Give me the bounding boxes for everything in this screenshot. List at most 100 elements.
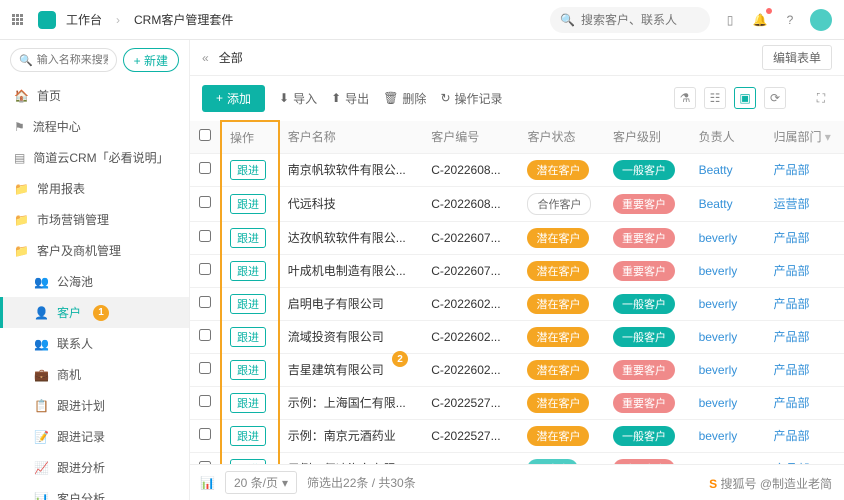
owner-link[interactable]: beverly [699, 297, 738, 311]
column-header[interactable]: 客户级别 [605, 121, 691, 153]
dept-link[interactable]: 产品部 [773, 163, 809, 177]
dept-link[interactable]: 产品部 [773, 297, 809, 311]
customer-name[interactable]: 启明电子有限公司 [279, 287, 423, 320]
breadcrumb-app[interactable]: CRM客户管理套件 [134, 11, 233, 28]
dept-link[interactable]: 产品部 [773, 264, 809, 278]
customer-name[interactable]: 叶成机电制造有限公... [279, 254, 423, 287]
sidebar-sub-item[interactable]: 💼商机 [0, 359, 189, 390]
export-button[interactable]: ⬆导出 [331, 90, 369, 107]
dept-link[interactable]: 产品部 [773, 396, 809, 410]
dept-link[interactable]: 产品部 [773, 363, 809, 377]
edit-form-button[interactable]: 编辑表单 [762, 45, 832, 70]
dept-link[interactable]: 产品部 [773, 429, 809, 443]
apps-icon[interactable] [12, 14, 28, 25]
dept-link[interactable]: 产品部 [773, 231, 809, 245]
sidebar-sub-item[interactable]: 👤客户1 [0, 297, 189, 328]
row-checkbox[interactable] [199, 428, 211, 440]
import-button[interactable]: ⬇导入 [279, 90, 317, 107]
follow-button[interactable]: 跟进 [230, 294, 266, 314]
notification-icon[interactable]: 🔔 [750, 10, 770, 30]
customer-name[interactable]: 代远科技 [279, 186, 423, 221]
row-checkbox[interactable] [199, 263, 211, 275]
column-header[interactable]: 客户编号 [423, 121, 519, 153]
row-checkbox[interactable] [199, 296, 211, 308]
row-checkbox[interactable] [199, 362, 211, 374]
workspace-icon[interactable] [38, 11, 56, 29]
sidebar-item[interactable]: 📁常用报表 [0, 173, 189, 204]
page-size-select[interactable]: 20 条/页▾ [225, 471, 297, 494]
sidebar-item[interactable]: 📁客户及商机管理 [0, 235, 189, 266]
column-header[interactable]: 客户名称 [279, 121, 423, 153]
column-header[interactable]: 归属部门 ▾ [765, 121, 844, 153]
column-icon[interactable]: ☷ [704, 87, 726, 109]
row-checkbox[interactable] [199, 395, 211, 407]
follow-button[interactable]: 跟进 [230, 426, 266, 446]
add-button[interactable]: +添加 [202, 85, 265, 112]
owner-link[interactable]: Beatty [699, 163, 733, 177]
dept-link[interactable]: 产品部 [773, 462, 809, 464]
follow-button[interactable]: 跟进 [230, 194, 266, 214]
sidebar-sub-item[interactable]: 📊客户分析 [0, 483, 189, 500]
follow-button[interactable]: 跟进 [230, 228, 266, 248]
owner-link[interactable]: beverly [699, 396, 738, 410]
tab-all[interactable]: 全部 [219, 49, 243, 66]
follow-button[interactable]: 跟进 [230, 393, 266, 413]
sidebar-search-input[interactable] [37, 54, 108, 66]
sidebar-sub-item[interactable]: 📝跟进记录 [0, 421, 189, 452]
fullscreen-icon[interactable]: ⛶ [810, 87, 832, 109]
log-button[interactable]: ↻操作记录 [440, 90, 502, 107]
follow-button[interactable]: 跟进 [230, 327, 266, 347]
owner-link[interactable]: beverly [699, 231, 738, 245]
search-input[interactable] [581, 13, 700, 27]
row-checkbox[interactable] [199, 230, 211, 242]
sidebar-item[interactable]: ⚑流程中心 [0, 111, 189, 142]
customer-name[interactable]: 示例：南京元酒药业 [279, 419, 423, 452]
delete-button[interactable]: 🗑删除 [383, 90, 426, 107]
customer-name[interactable]: 达孜帆软软件有限公... [279, 221, 423, 254]
owner-link[interactable]: beverly [699, 330, 738, 344]
sidebar-sub-item[interactable]: 👥联系人 [0, 328, 189, 359]
customer-name[interactable]: 南京帆软软件有限公... [279, 153, 423, 186]
column-header[interactable]: 操作 [221, 121, 279, 153]
sidebar-search[interactable]: 🔍 [10, 48, 117, 72]
row-checkbox[interactable] [199, 162, 211, 174]
owner-link[interactable]: beverly [699, 363, 738, 377]
sidebar-item[interactable]: ▤简道云CRM「必看说明」 [0, 142, 189, 173]
row-checkbox[interactable] [199, 329, 211, 341]
view-icon[interactable]: ▣ [734, 87, 756, 109]
follow-button[interactable]: 跟进 [230, 459, 266, 465]
owner-link[interactable]: beverly [699, 264, 738, 278]
bookmark-icon[interactable]: ▯ [720, 10, 740, 30]
customer-name[interactable]: 流域投资有限公司 [279, 320, 423, 353]
column-header[interactable]: 客户状态 [519, 121, 605, 153]
filter-icon[interactable]: ⚗ [674, 87, 696, 109]
avatar[interactable] [810, 9, 832, 31]
row-checkbox[interactable] [199, 196, 211, 208]
chevron-right-icon: › [116, 13, 120, 27]
follow-button[interactable]: 跟进 [230, 360, 266, 380]
owner-link[interactable]: Beatty [699, 197, 733, 211]
select-all[interactable] [199, 129, 211, 141]
customer-name[interactable]: 示例：上海国仁有限... [279, 386, 423, 419]
row-checkbox[interactable] [199, 461, 211, 464]
follow-button[interactable]: 跟进 [230, 261, 266, 281]
customer-name[interactable]: 示例：伍迪汽车有限... [279, 452, 423, 464]
follow-button[interactable]: 跟进 [230, 160, 266, 180]
sidebar-item[interactable]: 📁市场营销管理 [0, 204, 189, 235]
sidebar-item[interactable]: 🏠首页 [0, 80, 189, 111]
collapse-icon[interactable]: « [202, 51, 209, 65]
sidebar-sub-item[interactable]: 📋跟进计划 [0, 390, 189, 421]
dept-link[interactable]: 运营部 [773, 197, 809, 211]
column-header[interactable]: 负责人 [691, 121, 766, 153]
refresh-icon[interactable]: ⟳ [764, 87, 786, 109]
dept-link[interactable]: 产品部 [773, 330, 809, 344]
chart-icon[interactable]: 📊 [200, 476, 215, 490]
new-button[interactable]: + 新建 [123, 48, 179, 72]
global-search[interactable]: 🔍 [550, 7, 710, 33]
owner-link[interactable]: beverly [699, 429, 738, 443]
owner-link[interactable]: beverly [699, 462, 738, 465]
help-icon[interactable]: ? [780, 10, 800, 30]
breadcrumb-workspace[interactable]: 工作台 [66, 11, 102, 28]
sidebar-sub-item[interactable]: 👥公海池 [0, 266, 189, 297]
sidebar-sub-item[interactable]: 📈跟进分析 [0, 452, 189, 483]
